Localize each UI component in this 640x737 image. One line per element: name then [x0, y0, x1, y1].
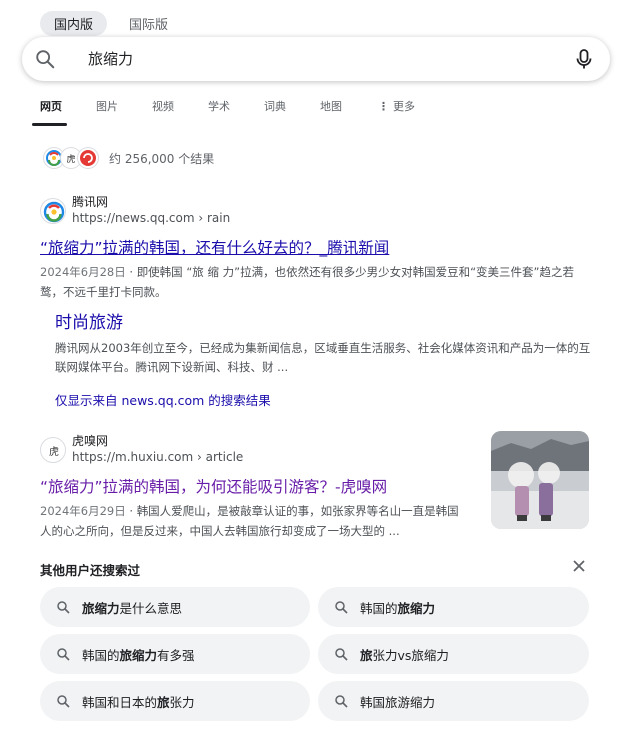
- result-url: https://news.qq.com › rain: [72, 211, 231, 225]
- result-title-link[interactable]: “旅缩力”拉满的韩国，还有什么好去的？_腾讯新闻: [40, 237, 595, 259]
- huxiu-favicon-icon: 虎: [40, 437, 66, 463]
- search-icon: [57, 648, 70, 661]
- sitelink-snippet: 腾讯网从2003年创立至今，已经成为集新闻信息，区域垂直生活服务、社会化媒体资讯…: [55, 341, 591, 374]
- svg-text:虎: 虎: [49, 446, 59, 458]
- tencent-favicon-icon: [40, 198, 66, 224]
- close-icon[interactable]: [572, 559, 586, 573]
- result-site-row[interactable]: 腾讯网 https://news.qq.com › rain: [40, 195, 595, 227]
- result-count: 约 256,000 个结果: [109, 151, 215, 166]
- source-logos: 虎: [44, 148, 98, 168]
- kebab-icon: ⋮: [378, 100, 389, 113]
- search-result: 虎 虎嗅网 https://m.huxiu.com › article “旅缩力…: [40, 434, 480, 541]
- search-result: 腾讯网 https://news.qq.com › rain “旅缩力”拉满的韩…: [40, 195, 595, 302]
- tab-maps[interactable]: 地图: [320, 98, 378, 126]
- result-stats: 虎 约 256,000 个结果: [44, 148, 214, 168]
- tab-more[interactable]: ⋮ 更多: [378, 98, 428, 126]
- result-thumbnail[interactable]: [491, 431, 589, 529]
- tab-images[interactable]: 图片: [96, 98, 152, 126]
- search-nav: 网页 图片 视频 学术 词典 地图 ⋮ 更多: [40, 98, 428, 126]
- tab-web[interactable]: 网页: [40, 98, 96, 126]
- tab-dictionary[interactable]: 词典: [264, 98, 320, 126]
- result-date: 2024年6月29日: [40, 504, 126, 518]
- search-icon: [335, 648, 348, 661]
- result-snippet: 2024年6月29日 · 韩国人爱爬山，是被敲章认证的事，如张家界等名山一直是韩…: [40, 501, 470, 541]
- result-site-name: 虎嗅网: [72, 434, 109, 448]
- tab-videos[interactable]: 视频: [152, 98, 208, 126]
- result-date: 2024年6月28日: [40, 265, 126, 279]
- sitelink-title-link[interactable]: 时尚旅游: [55, 311, 595, 335]
- search-icon: [335, 601, 348, 614]
- related-search-chip[interactable]: 韩国的 旅缩力: [318, 587, 589, 627]
- result-site-row[interactable]: 虎 虎嗅网 https://m.huxiu.com › article: [40, 434, 480, 466]
- search-icon[interactable]: [34, 48, 56, 70]
- related-search-chip[interactable]: 韩国旅游缩力: [318, 681, 589, 721]
- sitelink: 时尚旅游 腾讯网从2003年创立至今，已经成为集新闻信息，区域垂直生活服务、社会…: [55, 311, 595, 377]
- search-bar: [22, 37, 610, 81]
- result-site-name: 腾讯网: [72, 195, 109, 209]
- search-input[interactable]: [88, 37, 568, 81]
- related-search-chip[interactable]: 韩国和日本的旅张力: [40, 681, 310, 721]
- result-separator: ·: [125, 504, 137, 518]
- active-tab-indicator: [32, 123, 67, 126]
- region-tabs: 国内版 国际版: [40, 11, 182, 36]
- related-search-chip[interactable]: 旅缩力 是什么意思: [40, 587, 310, 627]
- result-title-link[interactable]: “旅缩力”拉满的韩国，为何还能吸引游客？-虎嗅网: [40, 476, 480, 498]
- more-from-site-link[interactable]: 仅显示来自 news.qq.com 的搜索结果: [55, 390, 271, 409]
- region-tab-domestic[interactable]: 国内版: [40, 11, 108, 36]
- result-url: https://m.huxiu.com › article: [72, 450, 244, 464]
- search-icon: [57, 601, 70, 614]
- related-searches-title: 其他用户还搜索过: [40, 563, 141, 578]
- related-search-chip[interactable]: 旅张力vs旅缩力: [318, 634, 589, 674]
- microphone-icon[interactable]: [574, 48, 594, 70]
- tab-academic[interactable]: 学术: [208, 98, 264, 126]
- tab-more-label: 更多: [393, 100, 415, 113]
- svg-text:虎: 虎: [66, 153, 75, 165]
- result-separator: ·: [125, 265, 137, 279]
- region-tab-international[interactable]: 国际版: [115, 11, 182, 36]
- search-icon: [57, 695, 70, 708]
- result-snippet: 2024年6月28日 · 即使韩国 “旅 缩 力”拉满，也依然还有很多少男少女对…: [40, 262, 595, 302]
- swirl-logo-icon: [78, 148, 98, 168]
- search-icon: [335, 695, 348, 708]
- related-search-chip[interactable]: 韩国的 旅缩力 有多强: [40, 634, 310, 674]
